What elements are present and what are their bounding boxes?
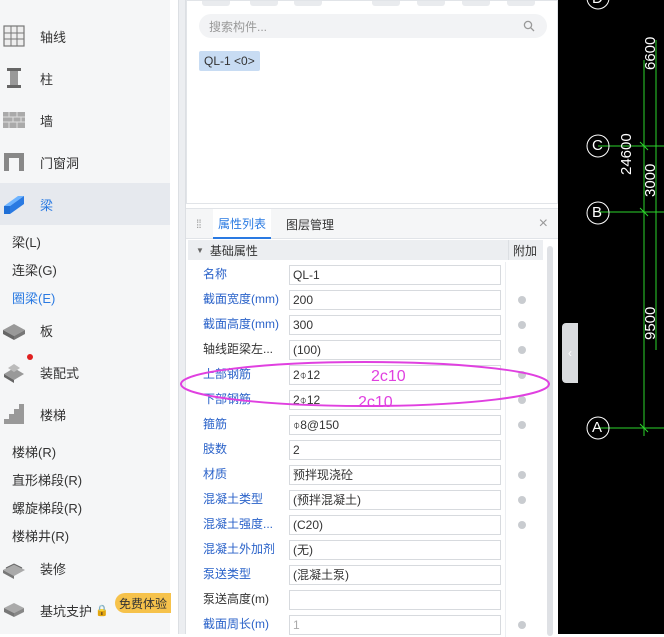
- annotation-text-top: 2c10: [371, 368, 406, 385]
- annotation-text-bottom: 2c10: [358, 394, 393, 411]
- annotation-overlay: [180, 361, 550, 407]
